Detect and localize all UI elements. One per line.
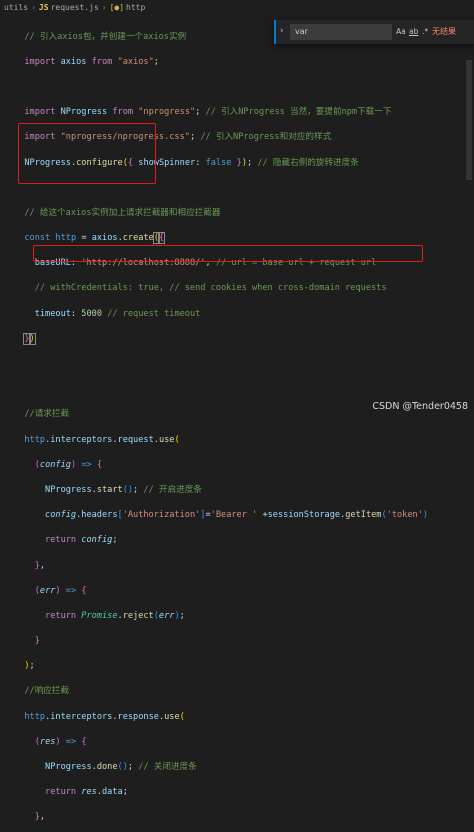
code-line: const http = axios.create({ [24, 232, 166, 245]
code-line: NProgress.start(); // 开启进度条 [45, 484, 202, 495]
regex-toggle[interactable]: .* [422, 27, 428, 36]
code-line: (err) => { [34, 585, 87, 596]
find-result-status: 无结果 [432, 27, 456, 36]
breadcrumb-symbol[interactable]: http [126, 3, 145, 12]
code-comment: // 引入axios包，并创建一个axios实例 [24, 31, 187, 42]
chevron-right-icon: › [31, 3, 36, 12]
breadcrumb-folder[interactable]: utils [4, 3, 28, 12]
code-line: }, [34, 812, 46, 823]
watermark: CSDN @Tender0458 [372, 401, 468, 412]
code-line: http.interceptors.request.use( [24, 434, 180, 445]
code-line: config.headers['Authorization']='Bearer … [45, 510, 429, 521]
find-widget: › var Aa ab .* 无结果 [274, 20, 474, 44]
variable-symbol-icon: [●] [109, 3, 125, 12]
code-line: return res.data; [45, 787, 128, 798]
code-line: } [34, 636, 40, 647]
code-line: NProgress.done(); // 关闭进度条 [45, 762, 197, 773]
highlight-authorization-line [33, 245, 423, 262]
code-line: return Promise.reject(err); [45, 610, 185, 621]
code-line: timeout: 5000 // request timeout [34, 308, 201, 319]
match-case-toggle[interactable]: Aa [396, 27, 406, 36]
breadcrumb: utils › JS request.js › [●] http [0, 0, 474, 16]
scrollbar[interactable] [466, 60, 472, 180]
whole-word-toggle[interactable]: ab [409, 27, 418, 36]
code-line: ); [24, 661, 35, 672]
code-line: }, [34, 560, 46, 571]
highlight-create-block [18, 123, 156, 184]
code-line: }) [23, 332, 36, 345]
find-input[interactable]: var [290, 24, 392, 40]
breadcrumb-file[interactable]: request.js [51, 3, 99, 12]
code-line: http.interceptors.response.use( [24, 711, 185, 722]
chevron-right-icon: › [101, 3, 107, 12]
code-line: import axios from "axios"; [24, 56, 159, 67]
code-line: (config) => { [34, 459, 103, 470]
code-line: // 给这个axios实例加上请求拦截器和相应拦截器 [24, 207, 221, 218]
code-line: import NProgress from "nprogress"; // 引入… [24, 107, 392, 118]
code-line: return config; [45, 535, 118, 546]
javascript-file-icon: JS [38, 3, 49, 12]
code-line: // withCredentials: true, // send cookie… [34, 283, 387, 294]
code-line: //响应拦截 [24, 686, 70, 697]
code-line: (res) => { [34, 736, 87, 747]
editor-gutter [0, 16, 14, 416]
chevron-right-icon[interactable]: › [280, 26, 284, 36]
